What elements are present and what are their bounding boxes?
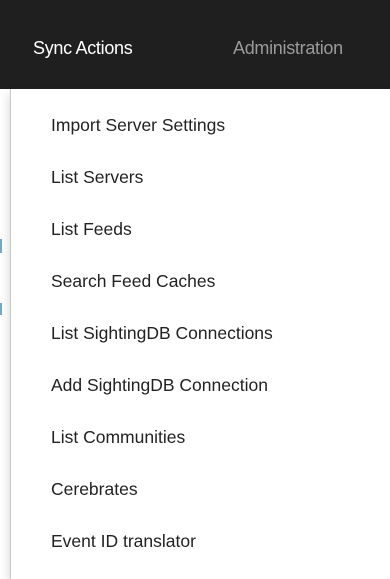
menu-item-import-server-settings[interactable]: Import Server Settings — [11, 101, 390, 153]
dropdown-menu-list: Import Server Settings List Servers List… — [11, 101, 390, 569]
nav-tab-sync-actions[interactable]: Sync Actions — [33, 0, 133, 89]
background-edge-mark — [0, 239, 2, 253]
sync-actions-dropdown: Import Server Settings List Servers List… — [10, 89, 390, 579]
page-background-edge — [0, 89, 10, 567]
menu-item-list-servers[interactable]: List Servers — [11, 153, 390, 205]
nav-tab-administration[interactable]: Administration — [233, 0, 343, 89]
menu-item-list-communities[interactable]: List Communities — [11, 413, 390, 465]
background-edge-mark — [0, 303, 2, 315]
menu-item-cerebrates[interactable]: Cerebrates — [11, 465, 390, 517]
menu-item-list-sightingdb-connections[interactable]: List SightingDB Connections — [11, 309, 390, 361]
top-navbar: Sync Actions Administration — [0, 0, 390, 89]
menu-item-search-feed-caches[interactable]: Search Feed Caches — [11, 257, 390, 309]
menu-item-list-feeds[interactable]: List Feeds — [11, 205, 390, 257]
menu-item-add-sightingdb-connection[interactable]: Add SightingDB Connection — [11, 361, 390, 413]
menu-item-event-id-translator[interactable]: Event ID translator — [11, 517, 390, 569]
